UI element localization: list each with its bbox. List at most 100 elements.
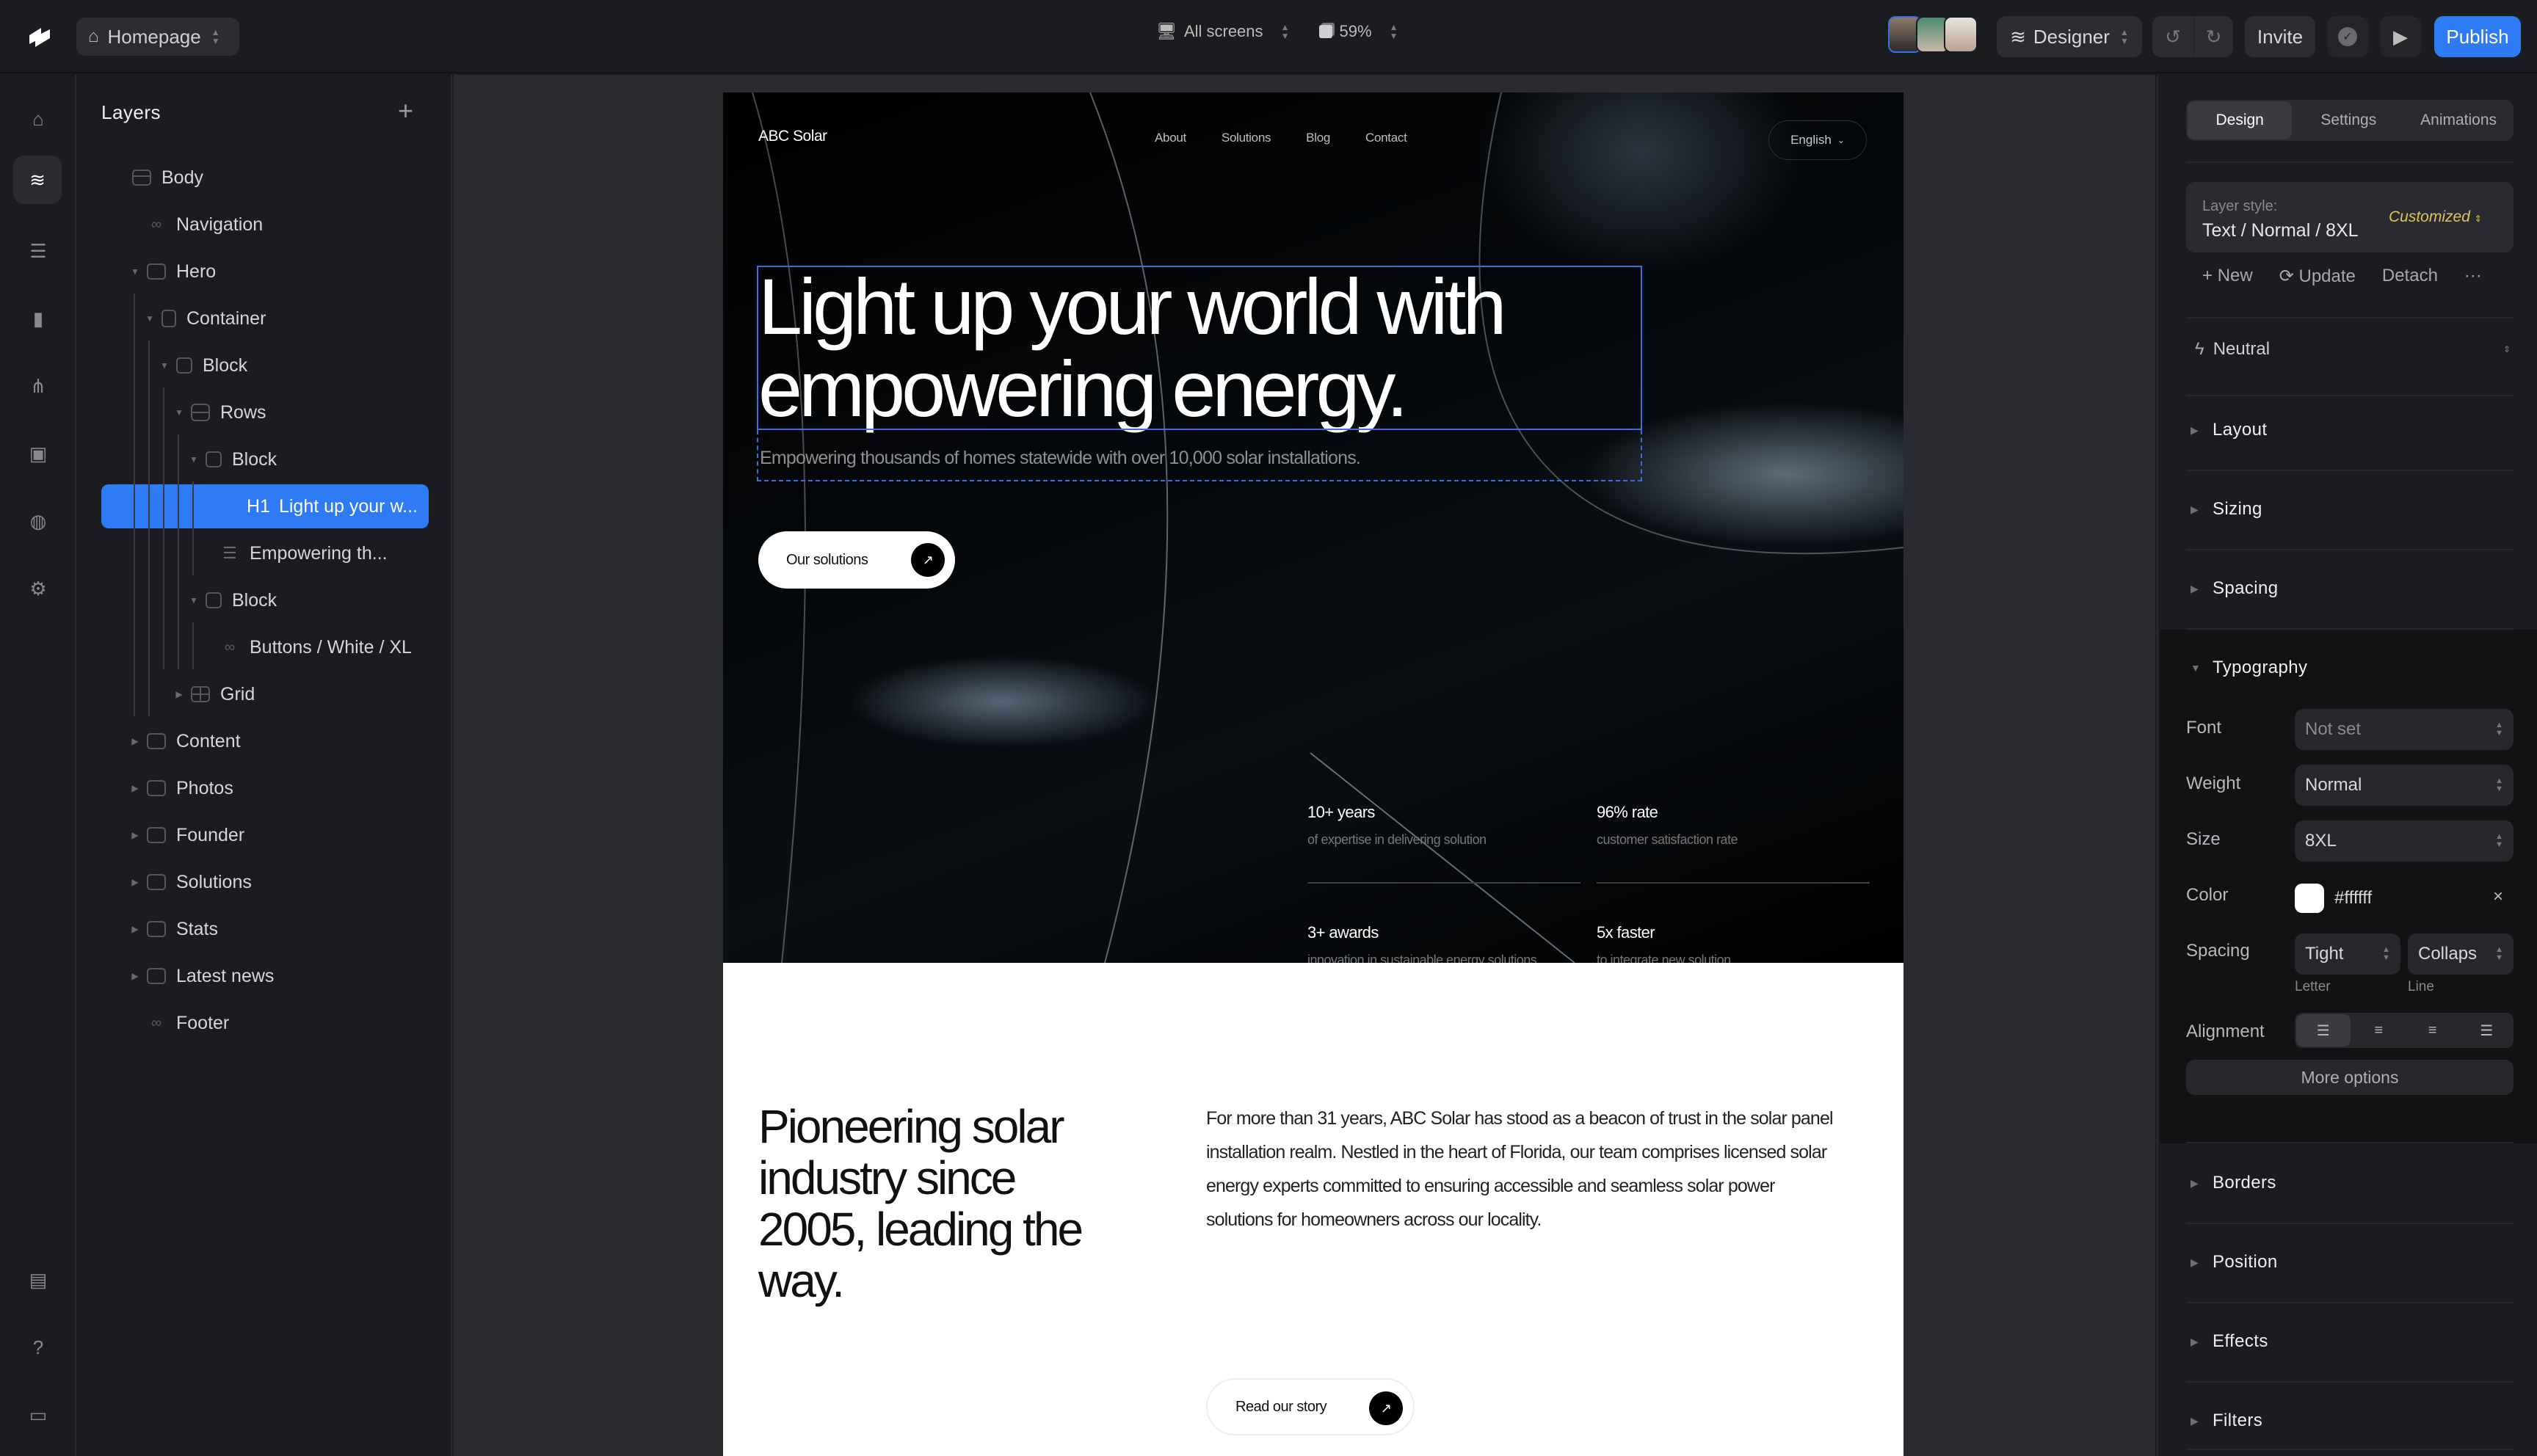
new-style-button[interactable]: + New [2202, 266, 2253, 287]
cms-icon[interactable]: ☰ [19, 232, 57, 270]
layer-item[interactable]: ☰ Empowering th... [201, 531, 387, 575]
layer-item[interactable]: ∞ Buttons / White / XL [201, 625, 412, 669]
caret-down-icon[interactable]: ▼ [186, 454, 201, 465]
section-layout[interactable]: ▶ Layout [2191, 420, 2267, 440]
size-select[interactable]: 8XL ▲ ▼ [2295, 820, 2514, 862]
publish-button[interactable]: Publish [2434, 16, 2521, 57]
layer-item[interactable]: ▶ Founder [128, 813, 244, 857]
invite-button[interactable]: Invite [2245, 16, 2315, 57]
help-icon[interactable]: ? [19, 1328, 57, 1366]
feedback-icon[interactable]: ▭ [19, 1396, 57, 1434]
more-actions-icon[interactable]: ··· [2464, 266, 2482, 287]
caret-right-icon[interactable]: ▶ [128, 924, 142, 934]
caret-down-icon[interactable]: ▼ [142, 313, 157, 324]
section-effects[interactable]: ▶ Effects [2191, 1331, 2268, 1352]
caret-right-icon[interactable]: ▶ [128, 830, 142, 840]
detach-style-button[interactable]: Detach [2382, 266, 2438, 287]
mode-selector[interactable]: ≋ Designer ▲ ▼ [1997, 16, 2142, 57]
more-options-button[interactable]: More options [2186, 1060, 2514, 1095]
our-solutions-button[interactable]: Our solutions ↗ [758, 531, 955, 589]
hero-subtitle[interactable]: Empowering thousands of homes statewide … [757, 430, 1642, 481]
layer-item[interactable]: ∞ Footer [128, 1001, 229, 1045]
layer-item[interactable]: ▶ Photos [128, 766, 233, 810]
assets-icon[interactable]: ▣ [19, 434, 57, 473]
app-logo-icon[interactable] [25, 22, 54, 51]
layer-item[interactable]: ▼ Container [142, 296, 266, 341]
weight-select[interactable]: Normal ▲ ▼ [2295, 765, 2514, 806]
caret-right-icon[interactable]: ▶ [128, 971, 142, 981]
redo-button[interactable]: ↻ [2193, 16, 2233, 57]
site-brand[interactable]: ABC Solar [758, 128, 827, 145]
font-select[interactable]: Not set ▲ ▼ [2295, 709, 2514, 750]
layer-item[interactable]: ▼ Rows [172, 390, 266, 434]
layer-item[interactable]: ▶ Latest news [128, 954, 274, 998]
caret-down-icon[interactable]: ▼ [128, 266, 142, 277]
read-our-story-button[interactable]: Read our story ↗ [1206, 1378, 1415, 1435]
customized-badge[interactable]: Customized ⇕ [2389, 208, 2482, 226]
section-typography[interactable]: ▼ Typography [2191, 658, 2307, 678]
about-heading[interactable]: Pioneering solar industry since 2005, le… [758, 1101, 1125, 1306]
layer-item[interactable]: ▼ Block [157, 343, 247, 387]
letter-spacing-select[interactable]: Tight ▲ ▼ [2295, 933, 2400, 975]
theme-selector[interactable]: ϟ Neutral ⇕ [2195, 339, 2511, 360]
canvas[interactable]: ABC Solar About Solutions Blog Contact E… [454, 75, 2155, 1456]
section-sizing[interactable]: ▶ Sizing [2191, 499, 2262, 520]
align-center-icon[interactable]: ≡ [2352, 1013, 2406, 1048]
tab-settings[interactable]: Settings [2293, 100, 2403, 141]
clear-color-icon[interactable]: × [2493, 887, 2503, 907]
globe-icon[interactable]: ◍ [19, 502, 57, 540]
layer-item[interactable]: ▼ Block [186, 578, 277, 622]
components-icon[interactable]: ⋔ [19, 367, 57, 405]
layer-item[interactable]: ▶ Grid [172, 672, 255, 716]
settings-icon[interactable]: ⚙ [19, 569, 57, 608]
color-swatch[interactable] [2295, 884, 2324, 913]
add-layer-icon[interactable]: + [398, 95, 413, 126]
avatar[interactable] [1944, 16, 1978, 53]
layer-style-selector[interactable]: Layer style: Text / Normal / 8XL Customi… [2186, 182, 2514, 252]
section-position[interactable]: ▶ Position [2191, 1252, 2278, 1273]
home-icon[interactable]: ⌂ [19, 100, 57, 138]
changelog-icon[interactable]: ▤ [19, 1261, 57, 1299]
caret-down-icon[interactable]: ▼ [157, 360, 172, 371]
page-selector[interactable]: ⌂ Homepage ▲ ▼ [76, 18, 239, 56]
line-height-select[interactable]: Collaps ▲ ▼ [2408, 933, 2514, 975]
layer-item[interactable]: ▼ Block [186, 437, 277, 481]
language-selector[interactable]: English ⌄ [1768, 120, 1867, 160]
caret-down-icon[interactable]: ▼ [186, 595, 201, 605]
layer-item[interactable]: ▶ Stats [128, 907, 218, 951]
undo-button[interactable]: ↺ [2152, 16, 2193, 57]
layer-item[interactable]: ▶ Content [128, 719, 240, 763]
caret-down-icon[interactable]: ▼ [172, 407, 186, 418]
layer-item[interactable]: H1 Light up your w... [101, 484, 429, 528]
screens-selector[interactable]: 🖥︎ All screens ▲ ▼ [1156, 22, 1290, 41]
layer-item[interactable]: ▼ Hero [128, 250, 216, 294]
caret-right-icon[interactable]: ▶ [128, 736, 142, 746]
section-filters[interactable]: ▶ Filters [2191, 1410, 2262, 1431]
caret-right-icon[interactable]: ▶ [128, 877, 142, 887]
pages-icon[interactable]: ▮ [19, 299, 57, 338]
section-borders[interactable]: ▶ Borders [2191, 1173, 2276, 1193]
caret-right-icon[interactable]: ▶ [172, 689, 186, 699]
color-value[interactable]: #ffffff [2334, 888, 2372, 909]
tab-design[interactable]: Design [2188, 101, 2293, 139]
preview-button[interactable]: ▶ [2380, 16, 2421, 57]
zoom-selector[interactable]: 59% ▲ ▼ [1318, 22, 1398, 41]
align-justify-icon[interactable]: ☰ [2460, 1013, 2514, 1048]
nav-solutions[interactable]: Solutions [1222, 131, 1271, 145]
collaborators[interactable] [1888, 16, 1978, 57]
tab-animations[interactable]: Animations [2403, 100, 2514, 141]
about-text[interactable]: For more than 31 years, ABC Solar has st… [1206, 1102, 1845, 1237]
nav-blog[interactable]: Blog [1306, 131, 1330, 145]
layer-item[interactable]: Body [113, 156, 203, 200]
layer-item[interactable]: ▶ Solutions [128, 860, 251, 904]
layer-item[interactable]: ∞ Navigation [128, 203, 263, 247]
nav-about[interactable]: About [1155, 131, 1186, 145]
check-button[interactable]: ✓ [2327, 16, 2368, 57]
caret-right-icon[interactable]: ▶ [128, 783, 142, 793]
align-left-icon[interactable]: ☰ [2296, 1014, 2351, 1046]
nav-contact[interactable]: Contact [1365, 131, 1407, 145]
align-right-icon[interactable]: ≡ [2406, 1013, 2460, 1048]
layers-icon[interactable]: ≋ [13, 156, 62, 204]
update-style-button[interactable]: ⟳ Update [2279, 266, 2356, 287]
section-spacing[interactable]: ▶ Spacing [2191, 578, 2279, 599]
